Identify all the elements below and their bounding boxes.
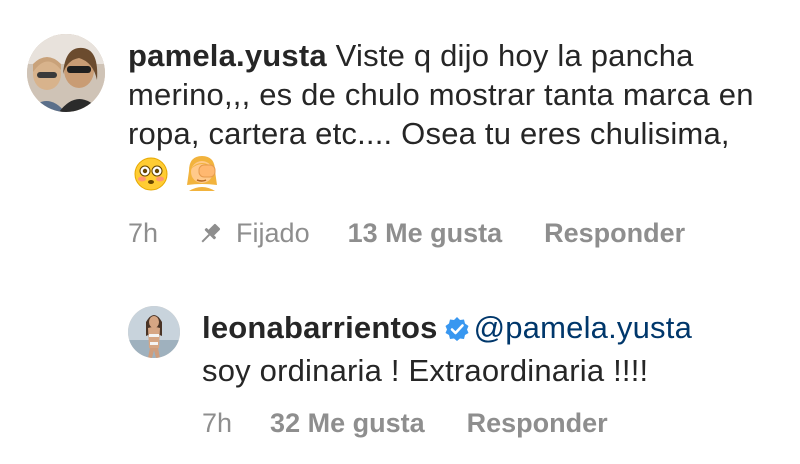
verified-badge-icon bbox=[444, 312, 470, 351]
comment-body: pamela.yusta Viste q dijo hoy la pancha … bbox=[128, 36, 778, 249]
reply-button[interactable]: Responder bbox=[467, 408, 608, 439]
comment-body: leonabarrientos @pamela.yusta soy ordina… bbox=[202, 308, 782, 439]
comment-username[interactable]: leonabarrientos bbox=[202, 310, 438, 345]
facepalm-emoji bbox=[183, 153, 221, 200]
like-count[interactable]: 32 Me gusta bbox=[270, 408, 425, 439]
reply-button[interactable]: Responder bbox=[544, 218, 685, 249]
pinned-label: Fijado bbox=[236, 218, 310, 248]
comment-meta: 7h 32 Me gusta Responder bbox=[202, 408, 782, 439]
comment-text-block: pamela.yusta Viste q dijo hoy la pancha … bbox=[128, 36, 778, 200]
avatar-photo bbox=[128, 306, 180, 358]
comment-text: soy ordinaria ! Extraordinaria !!!! bbox=[202, 353, 649, 388]
pin-icon bbox=[201, 223, 221, 242]
comment-time: 7h bbox=[202, 408, 233, 438]
mention-link[interactable]: @pamela.yusta bbox=[474, 310, 692, 345]
pinned-indicator: Fijado bbox=[196, 218, 310, 249]
avatar[interactable] bbox=[128, 306, 180, 358]
like-count[interactable]: 13 Me gusta bbox=[348, 218, 503, 249]
avatar-photo bbox=[27, 34, 105, 112]
flushed-face-emoji bbox=[134, 157, 168, 200]
comment-username[interactable]: pamela.yusta bbox=[128, 38, 327, 73]
comment-time: 7h bbox=[128, 218, 159, 248]
avatar[interactable] bbox=[27, 34, 105, 112]
comment-meta: 7h Fijado 13 Me gusta Responder bbox=[128, 218, 778, 249]
comment-text-block: leonabarrientos @pamela.yusta soy ordina… bbox=[202, 308, 782, 390]
